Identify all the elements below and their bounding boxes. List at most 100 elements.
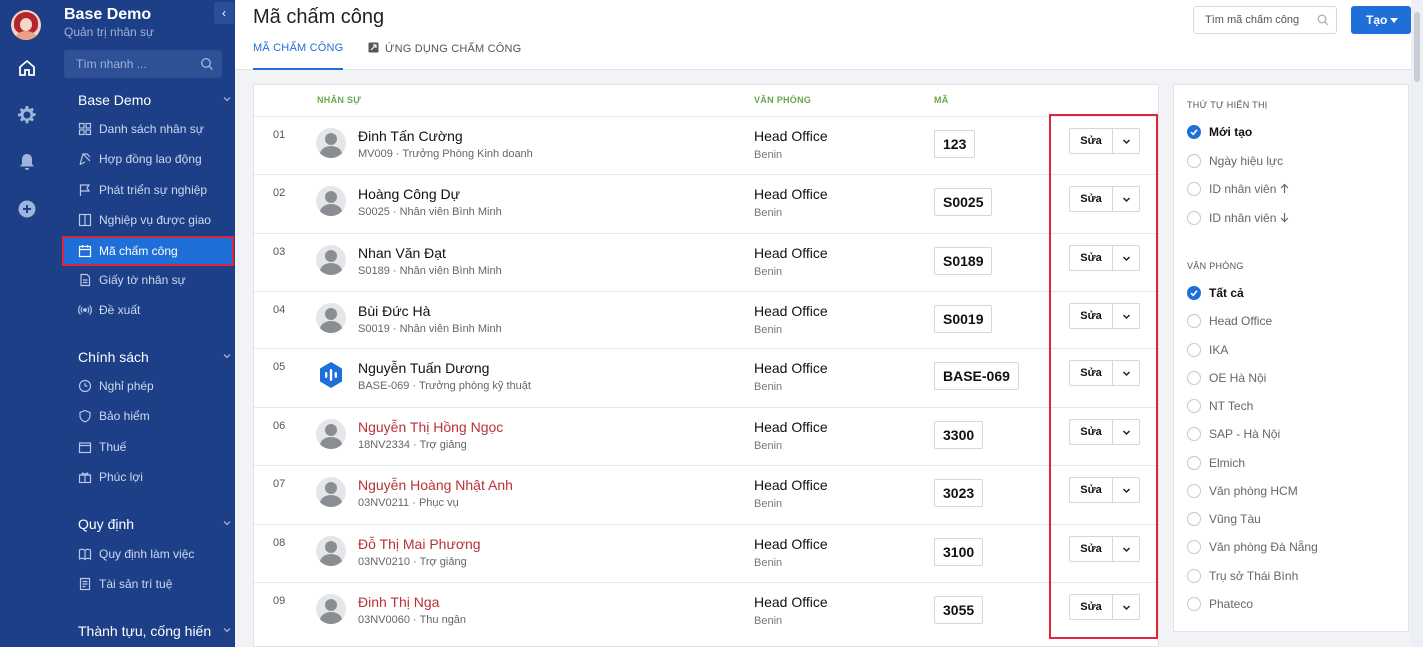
page-scrollbar[interactable] [1411,0,1423,647]
employee-name[interactable]: Đinh Thị Nga [358,594,439,610]
sidebar-item-intellectual-property[interactable]: Tài sản trí tuệ [78,573,228,595]
table-row[interactable]: 08 Đỗ Thị Mai Phương 03NV0210 · Trợ giảng H… [254,524,1158,582]
office-option[interactable]: NT Tech [1187,397,1397,415]
row-actions-dropdown[interactable] [1112,477,1140,503]
office-option[interactable]: Tất cả [1187,284,1397,302]
nav-section-achievements[interactable]: Thành tựu, cống hiến [78,623,234,639]
nav-section-regulations[interactable]: Quy định [78,516,234,532]
add-circle-icon[interactable] [17,199,37,219]
office-option[interactable]: Elmich [1187,454,1397,472]
sidebar-item-work-regulations[interactable]: Quy định làm việc [78,543,228,565]
office-option[interactable]: IKA [1187,341,1397,359]
sidebar-item-leave[interactable]: Nghỉ phép [78,375,228,397]
collapse-sidebar-button[interactable]: ‹ [214,2,234,24]
row-actions-dropdown[interactable] [1112,594,1140,620]
row-actions-dropdown[interactable] [1112,245,1140,271]
sidebar-item-assigned-duties[interactable]: Nghiệp vụ được giao [78,209,228,231]
table-row[interactable]: 05 Nguyễn Tuấn Dương BASE-069 · Trưởng phò… [254,348,1158,406]
row-actions-dropdown[interactable] [1112,536,1140,562]
office-option[interactable]: Văn phòng Đà Nẵng [1187,538,1397,556]
quick-search-input[interactable] [64,50,194,78]
table-row[interactable]: 01 Đinh Tấn Cường MV009 · Trưởng Phòng Kin… [254,116,1158,174]
user-avatar[interactable] [11,10,41,40]
employee-name[interactable]: Nguyễn Hoàng Nhật Anh [358,477,513,493]
table-row[interactable]: 02 Hoàng Công Dự S0025 · Nhân viên Bình Mi… [254,174,1158,232]
radio-button[interactable] [1187,125,1201,139]
office-option[interactable]: Văn phòng HCM [1187,482,1397,500]
office-option[interactable]: Vũng Tàu [1187,510,1397,528]
edit-button[interactable]: Sửa [1069,186,1113,212]
employee-name[interactable]: Bùi Đức Hà [358,303,430,319]
office-option[interactable]: Head Office [1187,312,1397,330]
table-row[interactable]: 09 Đinh Thị Nga 03NV0060 · Thu ngân Head Of… [254,582,1158,640]
radio-button[interactable] [1187,211,1201,225]
edit-button[interactable]: Sửa [1069,419,1113,445]
radio-button[interactable] [1187,286,1201,300]
radio-button[interactable] [1187,512,1201,526]
office-option[interactable]: SAP - Hà Nội [1187,425,1397,443]
settings-icon[interactable] [17,105,37,125]
office-option[interactable]: Trụ sở Thái Bình [1187,567,1397,585]
bell-icon[interactable] [17,152,37,172]
row-actions-dropdown[interactable] [1112,419,1140,445]
order-option[interactable]: ID nhân viên [1187,209,1397,227]
radio-button[interactable] [1187,399,1201,413]
radio-button[interactable] [1187,569,1201,583]
sidebar-item-welfare[interactable]: Phúc lợi [78,466,228,488]
radio-button[interactable] [1187,540,1201,554]
employee-name[interactable]: Đỗ Thị Mai Phương [358,536,481,552]
office-option[interactable]: Phateco [1187,595,1397,613]
table-row[interactable]: 03 Nhan Văn Đạt S0189 · Nhân viên Bình Min… [254,233,1158,291]
radio-button[interactable] [1187,314,1201,328]
order-option[interactable]: Ngày hiệu lực [1187,152,1397,170]
row-actions-dropdown[interactable] [1112,360,1140,386]
table-row[interactable]: 07 Nguyễn Hoàng Nhật Anh 03NV0211 · Phục v… [254,465,1158,523]
edit-button[interactable]: Sửa [1069,303,1113,329]
employee-name[interactable]: Nguyễn Thị Hồng Ngọc [358,419,503,435]
radio-button[interactable] [1187,456,1201,470]
sidebar-item-hr-documents[interactable]: Giấy tờ nhân sự [78,269,228,291]
tab-timekeeping-app[interactable]: ỨNG DỤNG CHẤM CÔNG [368,42,521,70]
radio-button[interactable] [1187,343,1201,357]
order-option[interactable]: ID nhân viên [1187,180,1397,198]
edit-button[interactable]: Sửa [1069,594,1113,620]
create-button[interactable]: Tạo [1351,6,1411,34]
radio-button[interactable] [1187,484,1201,498]
scrollbar-thumb[interactable] [1414,12,1420,82]
row-actions-dropdown[interactable] [1112,303,1140,329]
option-label: Văn phòng Đà Nẵng [1209,540,1318,554]
edit-button[interactable]: Sửa [1069,477,1113,503]
edit-button[interactable]: Sửa [1069,245,1113,271]
tab-timekeeping-code[interactable]: MÃ CHẤM CÔNG [253,42,344,70]
nav-section-base-demo[interactable]: Base Demo [78,92,234,108]
chevron-down-icon [223,521,231,526]
employee-name[interactable]: Đinh Tấn Cường [358,128,463,144]
home-icon[interactable] [17,58,37,78]
radio-button[interactable] [1187,154,1201,168]
row-actions-dropdown[interactable] [1112,128,1140,154]
nav-section-policies[interactable]: Chính sách [78,349,234,365]
row-actions-dropdown[interactable] [1112,186,1140,212]
edit-button[interactable]: Sửa [1069,360,1113,386]
table-row[interactable]: 06 Nguyễn Thị Hồng Ngọc 18NV2334 · Trợ giả… [254,407,1158,465]
sidebar-item-proposals[interactable]: Đề xuất [78,299,228,321]
edit-button[interactable]: Sửa [1069,128,1113,154]
order-option[interactable]: Mới tạo [1187,123,1397,141]
employee-name[interactable]: Hoàng Công Dự [358,186,460,202]
sidebar-item-labor-contract[interactable]: Hợp đồng lao động [78,148,228,170]
sidebar-item-timekeeping-code[interactable]: Mã chấm công [62,236,234,266]
radio-button[interactable] [1187,371,1201,385]
sidebar-item-tax[interactable]: Thuế [78,436,228,458]
sidebar-item-career-development[interactable]: Phát triển sự nghiệp [78,179,228,201]
employee-name[interactable]: Nguyễn Tuấn Dương [358,360,489,376]
employee-name[interactable]: Nhan Văn Đạt [358,245,446,261]
table-row[interactable]: 04 Bùi Đức Hà S0019 · Nhân viên Bình Minh H… [254,291,1158,349]
edit-button[interactable]: Sửa [1069,536,1113,562]
radio-button[interactable] [1187,182,1201,196]
office-option[interactable]: OE Hà Nội [1187,369,1397,387]
radio-button[interactable] [1187,597,1201,611]
sidebar-item-employee-list[interactable]: Danh sách nhân sự [78,118,228,140]
radio-button[interactable] [1187,427,1201,441]
search-input[interactable] [1194,7,1312,33]
sidebar-item-insurance[interactable]: Bảo hiểm [78,405,228,427]
